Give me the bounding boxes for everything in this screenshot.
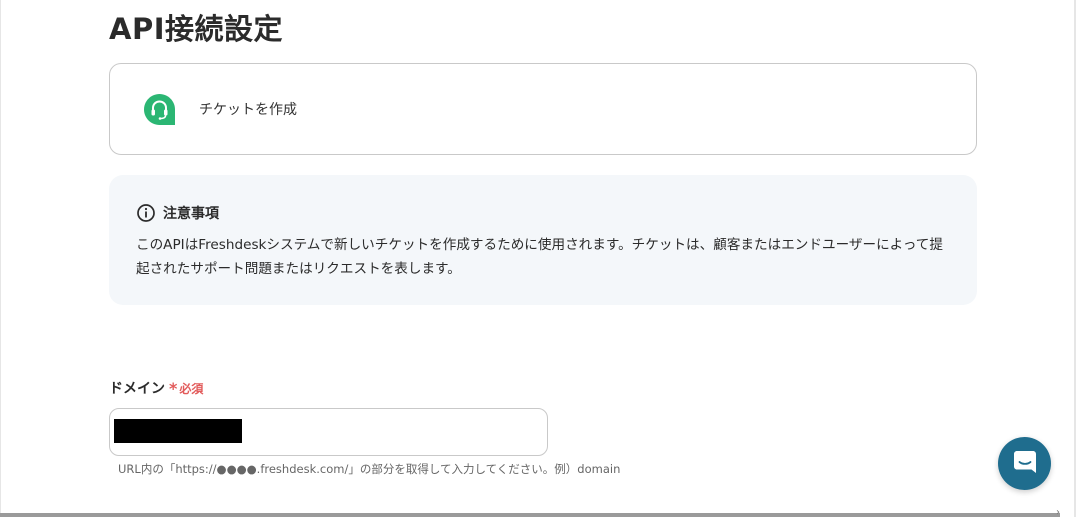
domain-input[interactable] <box>109 408 548 456</box>
domain-helper-text: URL内の「https://●●●●.freshdesk.com/」の部分を取得… <box>118 462 621 476</box>
domain-label: ドメイン <box>109 381 165 397</box>
notice-title: 注意事項 <box>163 206 219 222</box>
left-divider <box>0 0 1 517</box>
domain-label-row: ドメイン * 必須 <box>109 378 203 398</box>
required-text: 必須 <box>179 381 204 396</box>
notice-body: このAPIはFreshdeskシステムで新しいチケットを作成するために使用されま… <box>136 237 943 277</box>
notice-header: 注意事項 <box>136 203 950 223</box>
action-label: チケットを作成 <box>199 102 297 118</box>
chat-launcher-button[interactable] <box>998 437 1051 490</box>
horizontal-scrollbar[interactable] <box>0 513 1060 517</box>
chat-bubble-icon <box>1012 449 1038 479</box>
page: API接続設定 チケットを作成 注意事項 このAPIはFreshdeskシステム… <box>0 0 1076 517</box>
required-asterisk: * <box>169 378 178 398</box>
redacted-value <box>114 419 242 443</box>
notice-box: 注意事項 このAPIはFreshdeskシステムで新しいチケットを作成するために… <box>109 175 977 305</box>
freshdesk-headset-icon <box>143 93 176 126</box>
page-title: API接続設定 <box>109 12 283 46</box>
action-card[interactable]: チケットを作成 <box>109 63 977 155</box>
info-circle-icon <box>136 203 156 223</box>
scroll-right-arrow-icon[interactable]: › <box>1056 507 1060 517</box>
